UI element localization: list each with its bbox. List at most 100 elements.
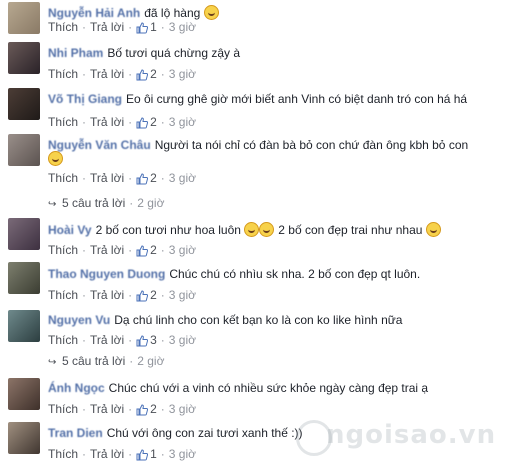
- reply-arrow-icon: ↪: [48, 357, 57, 368]
- emoji-icon: [203, 5, 219, 20]
- comment-line: Thao Nguyen Duong Chúc chú có nhìu sk nha…: [48, 266, 420, 282]
- comment-text: Chúc chú có nhìu sk nha. 2 bố con đẹp qt…: [169, 267, 421, 281]
- comment-actions: Thích · Trả lời · 2 · 3 giờ: [48, 170, 196, 186]
- replies-count[interactable]: 5 câu trả lời: [62, 196, 125, 210]
- like-count[interactable]: 2: [150, 288, 157, 302]
- thumbs-up-icon: [136, 69, 149, 81]
- commenter-name[interactable]: Nguyễn Văn Châu: [48, 138, 151, 152]
- separator: ·: [82, 67, 87, 81]
- comment-text: Eo ôi cưng ghê giờ mới biết anh Vinh có …: [126, 92, 468, 106]
- emoji-icon: [259, 222, 275, 237]
- like-count[interactable]: 1: [150, 447, 157, 461]
- comment-time[interactable]: 3 giờ: [169, 447, 196, 461]
- thumbs-up-icon: [136, 173, 149, 185]
- thumbs-up-icon: [136, 22, 149, 34]
- commenter-name[interactable]: Hoài Vy: [48, 223, 92, 237]
- avatar[interactable]: [8, 88, 40, 120]
- separator: ·: [82, 447, 87, 461]
- separator: ·: [160, 243, 165, 257]
- separator: ·: [160, 20, 165, 34]
- separator: ·: [82, 171, 87, 185]
- reply-link[interactable]: Trả lời: [90, 288, 124, 302]
- comment-time[interactable]: 3 giờ: [169, 333, 196, 347]
- commenter-name[interactable]: Ánh Ngọc: [48, 381, 105, 395]
- emoji-icon: [425, 222, 441, 237]
- like-link[interactable]: Thích: [48, 115, 78, 129]
- like-link[interactable]: Thích: [48, 243, 78, 257]
- separator: ·: [160, 333, 165, 347]
- comment-actions: Thích · Trả lời · 2 · 3 giờ: [48, 114, 196, 130]
- avatar[interactable]: [8, 378, 40, 410]
- comment-line: Hoài Vy 2 bố con tươi như hoa luôn 2 bố c…: [48, 222, 441, 238]
- view-replies-link[interactable]: ↪ 5 câu trả lời · 2 giờ: [48, 195, 164, 213]
- commenter-name[interactable]: Võ Thị Giang: [48, 92, 122, 106]
- like-link[interactable]: Thích: [48, 447, 78, 461]
- separator: ·: [129, 354, 134, 368]
- comment-time[interactable]: 3 giờ: [169, 288, 196, 302]
- comment-actions: Thích · Trả lời · 2 · 3 giờ: [48, 401, 196, 417]
- reply-link[interactable]: Trả lời: [90, 115, 124, 129]
- avatar[interactable]: [8, 2, 40, 34]
- commenter-name[interactable]: Nguyễn Hải Anh: [48, 6, 140, 20]
- avatar[interactable]: [8, 422, 40, 454]
- like-link[interactable]: Thích: [48, 67, 78, 81]
- separator: ·: [160, 288, 165, 302]
- like-count[interactable]: 1: [150, 20, 157, 34]
- like-count[interactable]: 2: [150, 243, 157, 257]
- like-link[interactable]: Thích: [48, 20, 78, 34]
- thumbs-up-icon: [136, 117, 149, 129]
- comment-time[interactable]: 3 giờ: [169, 115, 196, 129]
- comment-actions: Thích · Trả lời · 2 · 3 giờ: [48, 242, 196, 258]
- separator: ·: [160, 67, 165, 81]
- like-link[interactable]: Thích: [48, 333, 78, 347]
- separator: ·: [128, 447, 133, 461]
- avatar[interactable]: [8, 310, 40, 342]
- like-count[interactable]: 2: [150, 402, 157, 416]
- reply-link[interactable]: Trả lời: [90, 20, 124, 34]
- commenter-name[interactable]: Nhi Pham: [48, 46, 103, 60]
- avatar[interactable]: [8, 262, 40, 294]
- reply-link[interactable]: Trả lời: [90, 67, 124, 81]
- comment-time[interactable]: 3 giờ: [169, 402, 196, 416]
- comment-text: Dạ chú linh cho con kết bạn ko là con ko…: [114, 313, 403, 327]
- avatar[interactable]: [8, 42, 40, 74]
- avatar[interactable]: [8, 134, 40, 166]
- thumbs-up-icon: [136, 290, 149, 302]
- thumbs-up-icon: [136, 335, 149, 347]
- comment-text: Bố tươi quá chừng zậy à: [107, 46, 241, 60]
- thumbs-up-icon: [136, 245, 149, 257]
- reply-arrow-icon: ↪: [48, 199, 57, 210]
- comment-time[interactable]: 3 giờ: [169, 243, 196, 257]
- reply-link[interactable]: Trả lời: [90, 171, 124, 185]
- comment-actions: Thích · Trả lời · 2 · 3 giờ: [48, 66, 196, 82]
- like-count[interactable]: 2: [150, 171, 157, 185]
- like-link[interactable]: Thích: [48, 288, 78, 302]
- replies-count[interactable]: 5 câu trả lời: [62, 354, 125, 368]
- like-count[interactable]: 2: [150, 67, 157, 81]
- commenter-name[interactable]: Nguyen Vu: [48, 313, 110, 327]
- comment-actions: Thích · Trả lời · 1 · 3 giờ: [48, 19, 196, 35]
- commenter-name[interactable]: Tran Dien: [48, 426, 103, 440]
- avatar[interactable]: [8, 218, 40, 250]
- reply-link[interactable]: Trả lời: [90, 402, 124, 416]
- commenter-name[interactable]: Thao Nguyen Duong: [48, 267, 165, 281]
- reply-link[interactable]: Trả lời: [90, 243, 124, 257]
- replies-time: 2 giờ: [137, 354, 165, 368]
- like-count[interactable]: 3: [150, 333, 157, 347]
- reply-link[interactable]: Trả lời: [90, 333, 124, 347]
- view-replies-link[interactable]: ↪ 5 câu trả lời · 2 giờ: [48, 353, 164, 371]
- separator: ·: [128, 171, 133, 185]
- like-link[interactable]: Thích: [48, 402, 78, 416]
- like-link[interactable]: Thích: [48, 171, 78, 185]
- like-count[interactable]: 2: [150, 115, 157, 129]
- comment-time[interactable]: 3 giờ: [169, 67, 196, 81]
- comment-line: Nhi Pham Bố tươi quá chừng zậy à: [48, 45, 240, 61]
- comment-time[interactable]: 3 giờ: [169, 171, 196, 185]
- emoji-icon: [244, 222, 260, 237]
- separator: ·: [128, 333, 133, 347]
- separator: ·: [128, 20, 133, 34]
- comment-time[interactable]: 3 giờ: [169, 20, 196, 34]
- reply-link[interactable]: Trả lời: [90, 447, 124, 461]
- comment-actions: Thích · Trả lời · 3 · 3 giờ: [48, 332, 196, 348]
- separator: ·: [82, 402, 87, 416]
